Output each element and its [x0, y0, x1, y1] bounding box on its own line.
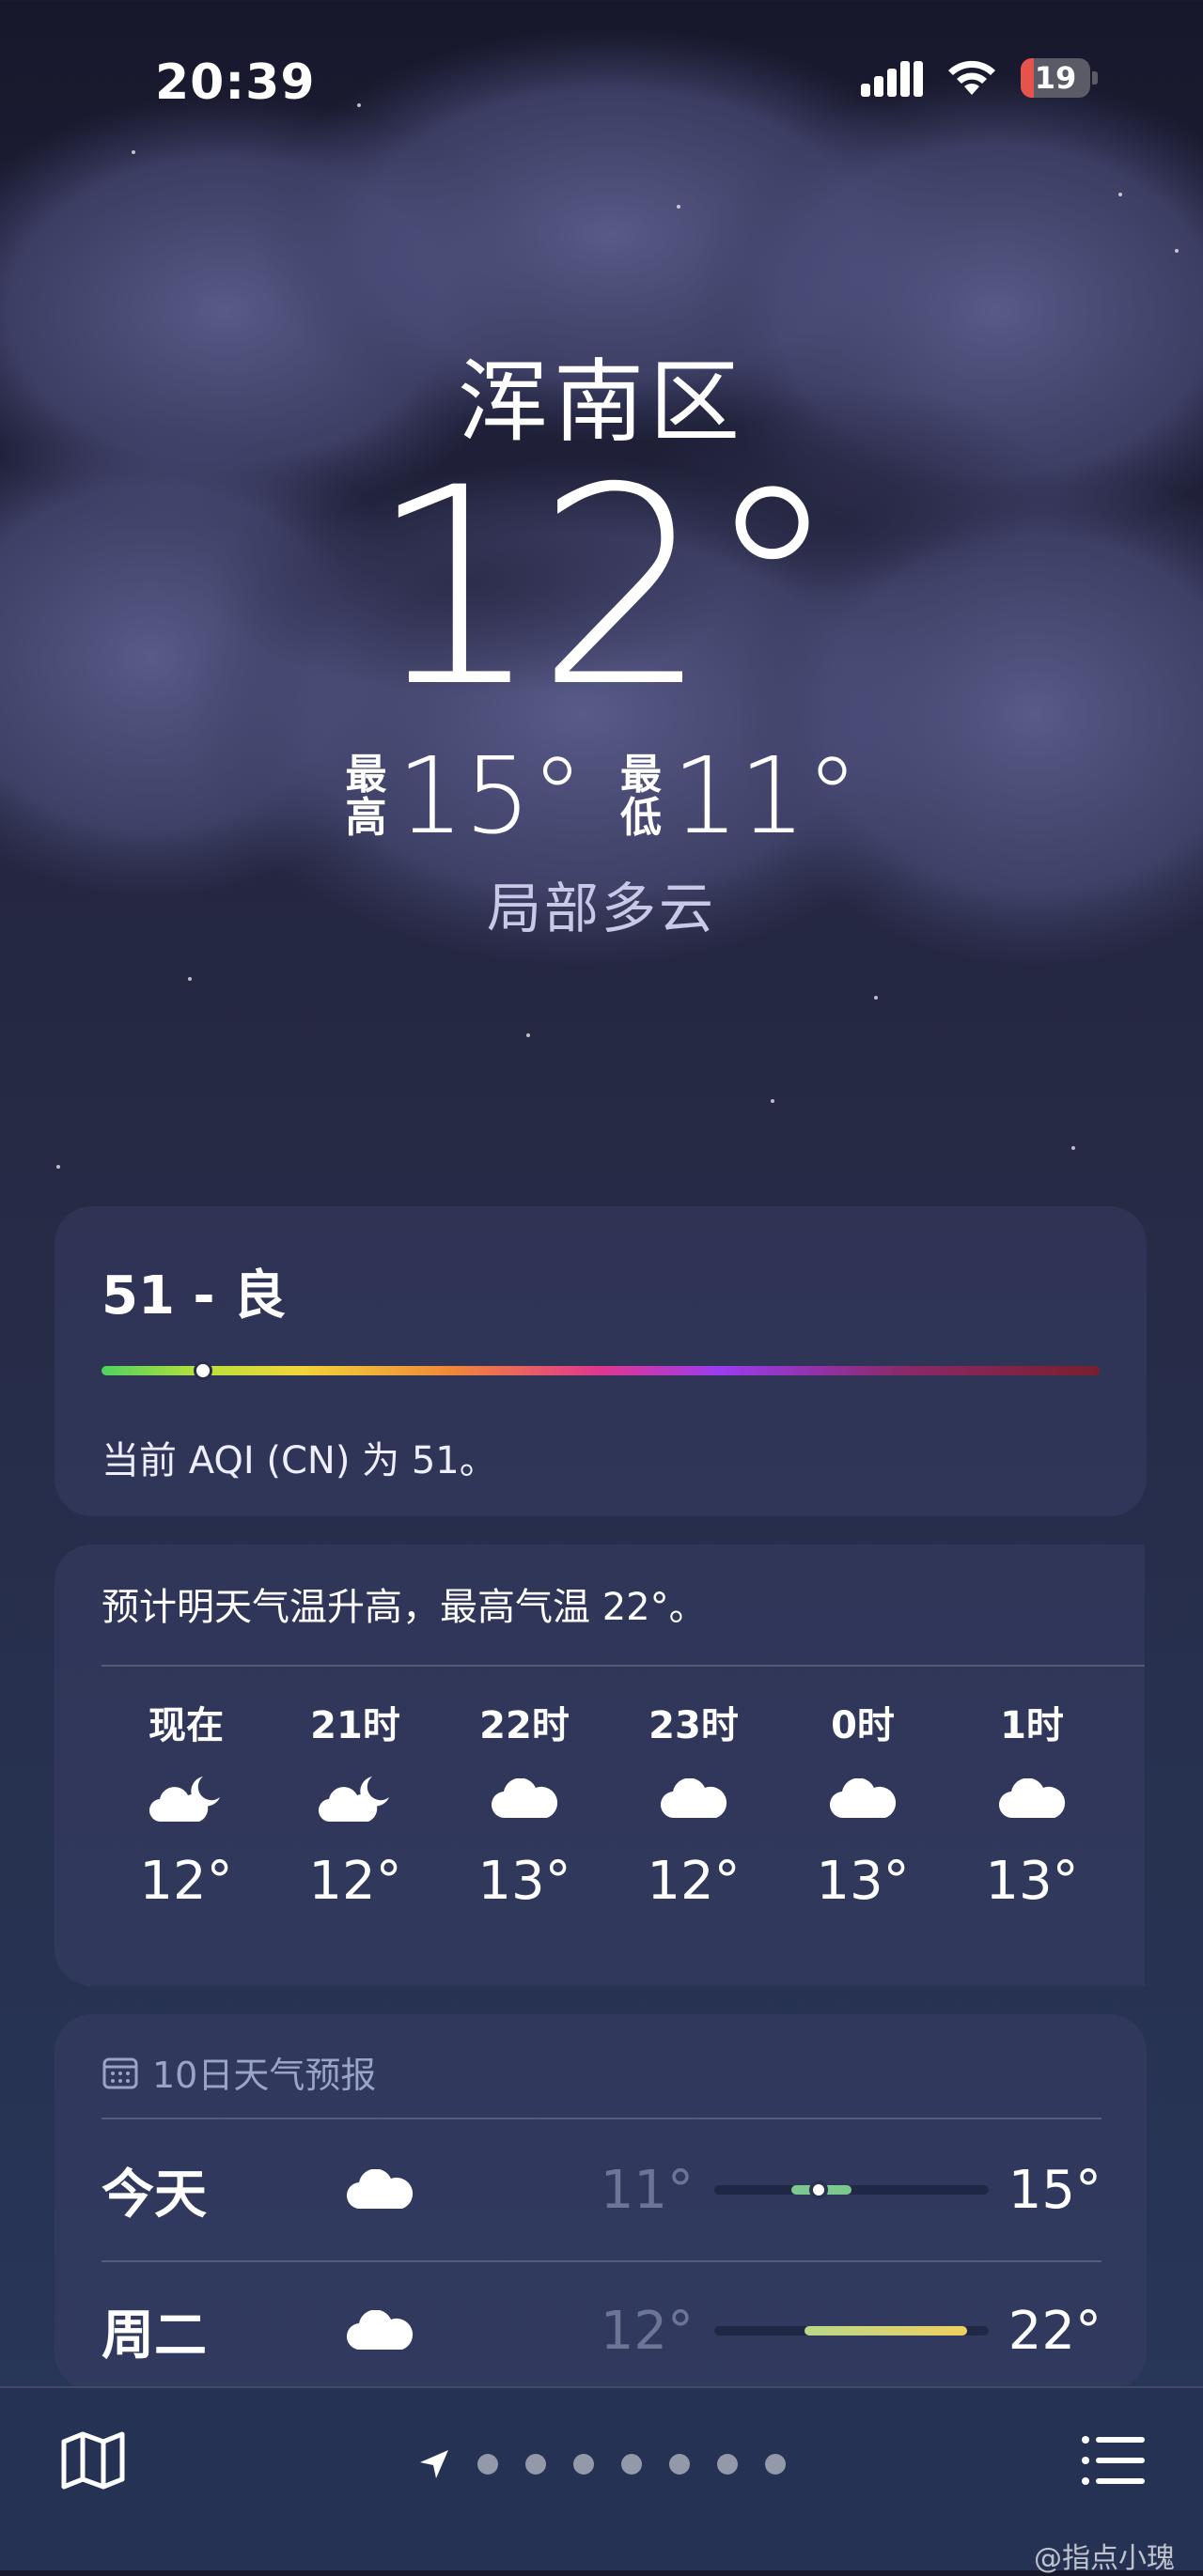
cellular-signal-icon: [861, 61, 923, 97]
hour-time: 0时: [831, 1704, 895, 1747]
hour-time: 23时: [648, 1704, 739, 1747]
forecast-high: 15°: [1008, 2159, 1101, 2221]
page-dot[interactable]: [716, 2454, 738, 2475]
aqi-title: 51 - 良: [102, 1265, 287, 1327]
cloud-icon: [346, 2310, 414, 2351]
hour-icon-wrap: [491, 1747, 558, 1851]
forecast-row: 今天 11° 15°: [102, 2119, 1101, 2260]
hour-temp: 12°: [308, 1851, 402, 1912]
star: [1071, 1146, 1075, 1150]
star: [357, 103, 361, 107]
city-list-button[interactable]: [1079, 2426, 1148, 2495]
status-icons: 19: [861, 58, 1098, 98]
temp-range-bar: [714, 2326, 989, 2335]
high-low: 最高 15° 最低 11°: [0, 744, 1203, 849]
calendar-icon: [102, 2057, 138, 2088]
hour-item: 21时 12°: [271, 1695, 440, 1912]
hour-temp: 13°: [985, 1851, 1079, 1912]
hour-temp: 13°: [816, 1851, 910, 1912]
divider: [102, 1665, 1145, 1667]
star: [1118, 193, 1122, 196]
forecast-low: 12°: [600, 2300, 694, 2362]
hour-time: 22时: [479, 1704, 570, 1747]
star: [771, 1099, 774, 1103]
location-arrow-icon[interactable]: [418, 2448, 450, 2480]
hour-icon-wrap: [998, 1747, 1066, 1851]
watermark: @指点小瑰: [1034, 2542, 1175, 2575]
hourly-summary: 预计明天气温升高，最高气温 22°。: [102, 1586, 707, 1629]
cloud-icon: [491, 1778, 558, 1819]
hour-icon-wrap: [829, 1747, 897, 1851]
page-dot[interactable]: [668, 2454, 690, 2475]
hour-icon-wrap: [318, 1747, 393, 1851]
low-value: 11°: [672, 736, 859, 858]
hour-item: 1时 13°: [947, 1695, 1117, 1912]
hour-time: 21时: [310, 1704, 400, 1747]
hour-icon-wrap: [148, 1747, 224, 1851]
hour-temp: 12°: [647, 1851, 741, 1912]
page-dot[interactable]: [477, 2454, 498, 2475]
cloud-icon: [829, 1778, 897, 1819]
star: [188, 977, 192, 981]
forecast-high: 22°: [1008, 2300, 1101, 2362]
hour-time: 1时: [1000, 1704, 1064, 1747]
page-indicator[interactable]: [0, 2448, 1203, 2480]
forecast-row: 周二 12° 22°: [102, 2260, 1101, 2390]
forecast-header: 10日天气预报: [102, 2046, 376, 2098]
partly-cloudy-night-icon: [148, 1777, 220, 1823]
hour-item: 22时 13°: [440, 1695, 609, 1912]
aqi-scale-bar: [102, 1361, 1100, 1380]
temp-range-bar: [714, 2180, 989, 2199]
star: [132, 150, 135, 154]
forecast-header-label: 10日天气预报: [152, 2055, 377, 2096]
forecast-icon-wrap: [346, 2169, 534, 2211]
hour-icon-wrap: [660, 1747, 727, 1851]
hour-item: 0时 13°: [778, 1695, 947, 1912]
temp-range-fill: [805, 2326, 967, 2335]
current-temp-marker: [808, 2180, 828, 2199]
weather-header: 浑南区 12° 最高 15° 最低 11° 局部多云: [0, 357, 1203, 943]
battery-level: 19: [1034, 60, 1077, 96]
hourly-list[interactable]: 现在 12° 21时 12° 22时 13° 23时 12° 0时 13° 1时 13° 21: [102, 1695, 1145, 1912]
wifi-icon: [948, 60, 995, 95]
status-time: 20:39: [155, 54, 316, 111]
hour-temp: 13°: [477, 1851, 571, 1912]
bottom-toolbar: @指点小瑰: [0, 2386, 1203, 2575]
battery-icon: 19: [1021, 58, 1098, 98]
page-dot[interactable]: [764, 2454, 786, 2475]
hourly-forecast-card[interactable]: 预计明天气温升高，最高气温 22°。 现在 12° 21时 12° 22时 13° 23时 1…: [55, 1544, 1145, 1986]
hour-item: 23时 12°: [609, 1695, 778, 1912]
ten-day-forecast-card[interactable]: 10日天气预报 今天 11° 15° 周二 12° 22°: [55, 2014, 1147, 2390]
star: [874, 996, 878, 1000]
star: [1175, 249, 1179, 253]
hour-temp: 12°: [139, 1851, 233, 1912]
page-dot[interactable]: [620, 2454, 642, 2475]
cloud-icon: [998, 1778, 1066, 1819]
high-value: 15°: [397, 736, 584, 858]
star: [526, 1033, 530, 1037]
star: [56, 1165, 60, 1169]
high-label: 最高: [345, 751, 387, 842]
hour-item: 21: [1117, 1695, 1145, 1912]
page-dot[interactable]: [524, 2454, 546, 2475]
list-icon: [1082, 2436, 1145, 2485]
page-dot[interactable]: [572, 2454, 594, 2475]
partly-cloudy-night-icon: [318, 1777, 389, 1823]
aqi-indicator: [194, 1361, 213, 1380]
air-quality-card[interactable]: 51 - 良 当前 AQI (CN) 为 51。: [55, 1206, 1147, 1516]
cloud-icon: [660, 1778, 727, 1819]
low-label: 最低: [620, 751, 662, 842]
hour-item: 现在 12°: [102, 1695, 271, 1912]
forecast-day: 周二: [102, 2304, 207, 2367]
cloud-icon: [346, 2169, 414, 2210]
forecast-low: 11°: [600, 2159, 694, 2221]
forecast-icon-wrap: [346, 2310, 534, 2351]
forecast-day: 今天: [102, 2164, 207, 2226]
hour-time: 现在: [148, 1704, 224, 1747]
current-temperature: 12°: [367, 430, 840, 747]
condition-text: 局部多云: [486, 877, 716, 940]
aqi-description: 当前 AQI (CN) 为 51。: [102, 1439, 497, 1482]
star: [677, 205, 680, 209]
